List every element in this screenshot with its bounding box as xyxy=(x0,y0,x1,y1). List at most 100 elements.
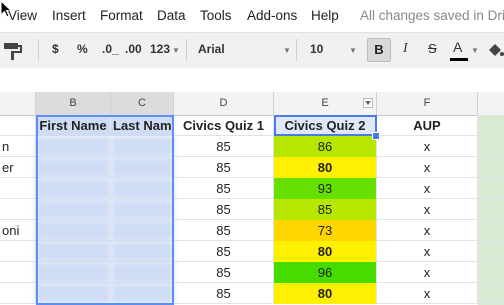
table-row: 85 85 x xyxy=(0,199,504,220)
cell-first-name[interactable] xyxy=(36,220,111,241)
menu-addons[interactable]: Add-ons xyxy=(247,8,297,23)
cell-civics-quiz-1[interactable]: 85 xyxy=(174,136,274,157)
cell-last-name[interactable] xyxy=(111,220,174,241)
chevron-down-icon[interactable]: ▼ xyxy=(471,46,479,55)
cell-civics-quiz-2[interactable]: 80 xyxy=(274,283,377,304)
fill-color-icon[interactable] xyxy=(486,41,504,59)
cell-first-name[interactable] xyxy=(36,199,111,220)
cell-first-name[interactable] xyxy=(36,178,111,199)
paint-format-icon[interactable] xyxy=(2,42,30,60)
cell-civics-quiz-2[interactable]: 80 xyxy=(274,241,377,262)
cell-aup[interactable]: x xyxy=(377,220,478,241)
cell-last-name[interactable] xyxy=(111,136,174,157)
header-first-name[interactable]: First Name xyxy=(36,115,111,136)
menu-tools[interactable]: Tools xyxy=(200,8,232,23)
menu-format[interactable]: Format xyxy=(100,8,143,23)
toolbar-divider xyxy=(38,39,39,61)
column-header-e[interactable]: E xyxy=(274,92,377,115)
cell-first-name[interactable] xyxy=(36,283,111,304)
cell-aup[interactable]: x xyxy=(377,283,478,304)
cell-civics-quiz-1[interactable]: 85 xyxy=(174,199,274,220)
toolbar-divider xyxy=(186,39,187,61)
cell-a[interactable] xyxy=(0,262,36,283)
menu-bar: View Insert Format Data Tools Add-ons He… xyxy=(0,0,504,32)
menu-insert[interactable]: Insert xyxy=(52,8,86,23)
cell-civics-quiz-2[interactable]: 96 xyxy=(274,262,377,283)
chevron-down-icon[interactable]: ▼ xyxy=(349,46,357,55)
column-header-c[interactable]: C xyxy=(111,92,174,115)
filter-icon[interactable] xyxy=(363,98,373,108)
cell-civics-quiz-1[interactable]: 85 xyxy=(174,262,274,283)
cell-aup[interactable]: x xyxy=(377,157,478,178)
table-row: oni 85 73 x xyxy=(0,220,504,241)
formula-bar-area xyxy=(0,68,504,93)
column-header-g[interactable] xyxy=(478,92,504,115)
cell-civics-quiz-1[interactable]: 85 xyxy=(174,283,274,304)
cell-a[interactable]: er xyxy=(0,157,36,178)
cell-a[interactable]: n xyxy=(0,136,36,157)
cell-civics-quiz-1[interactable]: 85 xyxy=(174,157,274,178)
strikethrough-button[interactable]: S xyxy=(428,41,437,56)
header-civics-quiz-2[interactable]: Civics Quiz 2 xyxy=(274,115,377,136)
cell-first-name[interactable] xyxy=(36,157,111,178)
cell-a[interactable] xyxy=(0,283,36,304)
column-header-f[interactable]: F xyxy=(377,92,478,115)
menu-data[interactable]: Data xyxy=(157,8,186,23)
text-color-button[interactable]: A xyxy=(453,39,462,55)
header-aup[interactable]: AUP xyxy=(377,115,478,136)
cell-aup[interactable]: x xyxy=(377,241,478,262)
currency-button[interactable]: $ xyxy=(52,42,59,56)
cell-last-name[interactable] xyxy=(111,283,174,304)
cell-civics-quiz-2[interactable]: 80 xyxy=(274,157,377,178)
column-header-d[interactable]: D xyxy=(174,92,274,115)
table-row: n 85 86 x xyxy=(0,136,504,157)
save-status[interactable]: All changes saved in Driv xyxy=(360,8,504,23)
cell-first-name[interactable] xyxy=(36,241,111,262)
column-header-row: B C D E F xyxy=(0,92,504,116)
cell-aup[interactable]: x xyxy=(377,262,478,283)
cell-aup[interactable]: x xyxy=(377,178,478,199)
font-size-select[interactable]: 10 xyxy=(310,42,323,56)
cell-last-name[interactable] xyxy=(111,178,174,199)
font-select[interactable]: Arial xyxy=(198,42,225,56)
column-header-a[interactable] xyxy=(0,92,36,115)
header-civics-quiz-1[interactable]: Civics Quiz 1 xyxy=(174,115,274,136)
cell-a[interactable]: oni xyxy=(0,220,36,241)
cell-aup[interactable]: x xyxy=(377,199,478,220)
fill-handle[interactable] xyxy=(372,132,380,140)
cell-last-name[interactable] xyxy=(111,199,174,220)
cell-a[interactable] xyxy=(0,178,36,199)
more-formats-button[interactable]: 123 xyxy=(150,42,170,56)
cell-a[interactable] xyxy=(0,115,36,136)
cell-civics-quiz-2[interactable]: 73 xyxy=(274,220,377,241)
toolbar: $ % .0_ .00 123 ▼ Arial ▼ 10 ▼ B I S A ▼ xyxy=(0,32,504,69)
table-row: 85 80 x xyxy=(0,241,504,262)
cell-last-name[interactable] xyxy=(111,262,174,283)
cell-civics-quiz-2[interactable]: 85 xyxy=(274,199,377,220)
menu-help[interactable]: Help xyxy=(311,8,339,23)
column-header-b[interactable]: B xyxy=(36,92,111,115)
cell-first-name[interactable] xyxy=(36,262,111,283)
decrease-decimal-button[interactable]: .0_ xyxy=(102,42,119,56)
table-row: 85 93 x xyxy=(0,178,504,199)
chevron-down-icon[interactable]: ▼ xyxy=(172,46,180,55)
cell-civics-quiz-2[interactable]: 93 xyxy=(274,178,377,199)
cell-a[interactable] xyxy=(0,199,36,220)
italic-button[interactable]: I xyxy=(403,41,408,57)
header-last-name[interactable]: Last Nam xyxy=(111,115,174,136)
menu-view[interactable]: View xyxy=(8,8,37,23)
cell-last-name[interactable] xyxy=(111,241,174,262)
table-header-row: First Name Last Nam Civics Quiz 1 Civics… xyxy=(0,115,504,136)
cell-last-name[interactable] xyxy=(111,157,174,178)
cell-civics-quiz-1[interactable]: 85 xyxy=(174,220,274,241)
percent-button[interactable]: % xyxy=(77,42,88,56)
cell-civics-quiz-1[interactable]: 85 xyxy=(174,241,274,262)
chevron-down-icon[interactable]: ▼ xyxy=(283,46,291,55)
cell-a[interactable] xyxy=(0,241,36,262)
cell-civics-quiz-1[interactable]: 85 xyxy=(174,178,274,199)
bold-button[interactable]: B xyxy=(367,38,391,62)
cell-civics-quiz-2[interactable]: 86 xyxy=(274,136,377,157)
cell-aup[interactable]: x xyxy=(377,136,478,157)
increase-decimal-button[interactable]: .00 xyxy=(125,42,142,56)
cell-first-name[interactable] xyxy=(36,136,111,157)
